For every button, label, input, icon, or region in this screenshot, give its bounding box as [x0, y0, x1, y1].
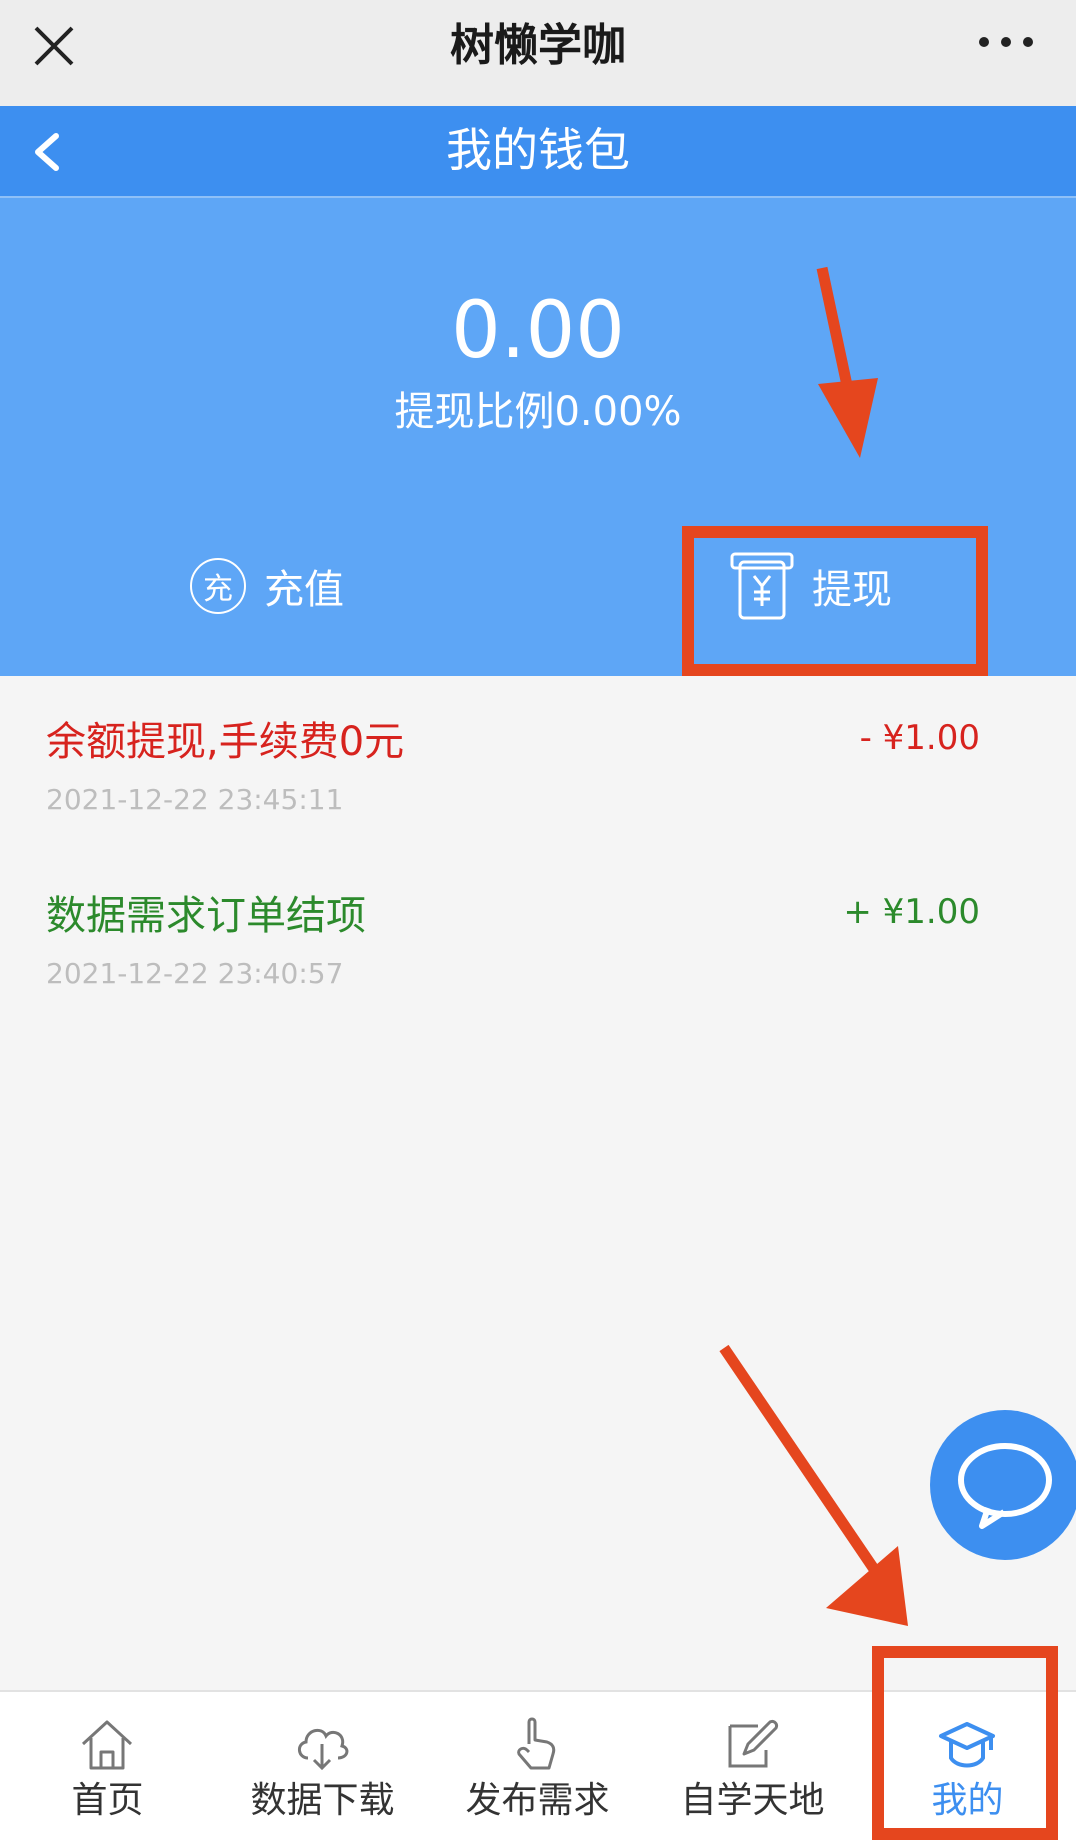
wallet-balance: 0.00 — [451, 286, 625, 376]
chat-bubble-icon — [958, 1443, 1052, 1529]
tab-home[interactable]: 首页 — [0, 1692, 215, 1842]
transaction-time: 2021-12-22 23:45:11 — [46, 783, 344, 816]
home-icon — [81, 1720, 133, 1770]
pen-paper-icon — [728, 1720, 778, 1768]
tab-label: 数据下载 — [250, 1780, 395, 1821]
hand-touch-icon — [517, 1717, 556, 1770]
more-icon[interactable] — [976, 22, 1036, 62]
tab-publish-request[interactable]: 发布需求 — [430, 1692, 645, 1842]
annotation-arrow-mine-tab — [719, 1344, 908, 1626]
tab-label: 发布需求 — [465, 1780, 610, 1821]
window-title: 树懒学咖 — [450, 20, 626, 71]
recharge-label: 充值 — [264, 567, 344, 613]
recharge-button[interactable]: 充 充值 — [190, 556, 344, 616]
transaction-amount: + ¥1.00 — [843, 892, 980, 932]
wechat-top-bar: 树懒学咖 — [0, 0, 1076, 106]
tab-data-download[interactable]: 数据下载 — [215, 1692, 430, 1842]
tab-self-study[interactable]: 自学天地 — [645, 1692, 860, 1842]
tab-label: 首页 — [71, 1780, 144, 1821]
page-header: 我的钱包 — [0, 106, 1076, 196]
annotation-box-mine-tab — [872, 1646, 1058, 1840]
transaction-row[interactable]: 余额提现,手续费0元 2021-12-22 23:45:11 - ¥1.00 — [46, 716, 986, 818]
tab-label: 自学天地 — [680, 1780, 825, 1821]
annotation-box-withdraw — [682, 526, 988, 676]
transaction-desc: 余额提现,手续费0元 — [46, 719, 405, 765]
chat-button[interactable] — [930, 1410, 1076, 1560]
transaction-amount: - ¥1.00 — [859, 718, 980, 758]
recharge-icon: 充 — [190, 558, 246, 614]
withdraw-ratio: 提现比例0.00% — [394, 389, 682, 435]
page-title: 我的钱包 — [446, 123, 630, 177]
transaction-row[interactable]: 数据需求订单结项 2021-12-22 23:40:57 + ¥1.00 — [46, 890, 986, 992]
cloud-download-icon — [298, 1728, 349, 1771]
transaction-time: 2021-12-22 23:40:57 — [46, 957, 344, 990]
